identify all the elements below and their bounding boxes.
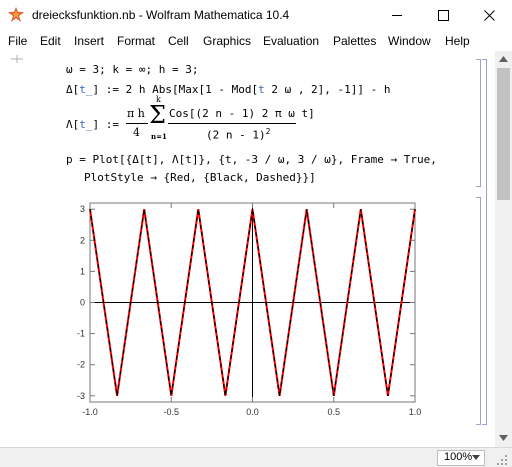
close-button[interactable] [466,0,512,31]
sum-numerator: Cos[(2 n - 1) 2 π ω t] [169,107,315,120]
delta-var2: t [258,83,265,96]
window-title: dreiecksfunktion.nb - Wolfram Mathematic… [32,8,290,22]
scroll-down-arrow-icon[interactable] [499,435,508,441]
input-line-plot[interactable]: p = Plot[{Δ[t], Λ[t]}, {t, -3 / ω, 3 / ω… [66,153,437,166]
menu-window[interactable]: Window [388,34,431,48]
y-tick-label: 0 [80,298,85,308]
x-tick-label: 1.0 [409,407,422,417]
sum-denominator: (2 n - 1)2 [206,127,270,142]
close-icon [484,10,495,21]
menu-edit[interactable]: Edit [40,34,61,48]
scroll-up-arrow-icon[interactable] [499,56,508,62]
status-bar: 100% [0,447,512,467]
lambda-head: Λ[ [66,118,80,131]
sum-fraction-line [168,123,296,124]
y-tick-label: 1 [80,266,85,276]
vertical-scrollbar[interactable] [495,51,512,447]
menu-cell[interactable]: Cell [168,34,189,48]
sum-denominator-exponent: 2 [265,127,271,136]
menu-palettes[interactable]: Palettes [333,34,376,48]
y-tick-label: 3 [80,204,85,214]
y-tick-label: -1 [77,329,85,339]
menu-insert[interactable]: Insert [74,34,104,48]
scrollbar-thumb[interactable] [497,68,510,200]
lambda-var: t_ [79,118,93,131]
sum-lower-limit: n=1 [151,132,167,141]
maximize-icon [438,10,449,21]
x-tick-label: 0.0 [246,407,259,417]
menu-bar: File Edit Insert Format Cell Graphics Ev… [0,31,512,51]
menu-graphics[interactable]: Graphics [203,34,251,48]
minimize-button[interactable] [374,0,420,31]
coef-denominator: 4 [133,126,140,139]
input-line-delta-def[interactable]: Δ[t_] := 2 h Abs[Max[1 - Mod[t 2 ω , 2],… [66,83,391,96]
sum-symbol: Σ [149,101,166,129]
minimize-icon [392,15,402,16]
input-line-plotstyle[interactable]: PlotStyle → {Red, {Black, Dashed}}] [84,171,316,184]
input-cell-bracket[interactable] [476,59,481,187]
y-tick-label: -2 [77,360,85,370]
output-cell-bracket[interactable] [476,197,481,425]
coef-numerator: π h [127,107,145,120]
title-bar: dreiecksfunktion.nb - Wolfram Mathematic… [0,0,512,31]
x-tick-label: -1.0 [82,407,98,417]
menu-evaluation[interactable]: Evaluation [263,34,319,48]
delta-var: t_ [79,83,93,96]
y-tick-label: -3 [77,391,85,401]
menu-format[interactable]: Format [117,34,155,48]
coef-fraction-line [126,123,148,124]
chevron-down-icon [472,455,480,460]
sum-denominator-base: (2 n - 1) [206,128,266,142]
y-tick-label: 2 [80,235,85,245]
lambda-lhs[interactable]: Λ[t_] := [66,118,119,131]
menu-file[interactable]: File [8,34,27,48]
group-cell-bracket[interactable] [482,59,487,425]
delta-head: Δ[ [66,83,80,96]
input-line-parameters[interactable]: ω = 3; k = ∞; h = 3; [66,63,198,76]
zoom-level: 100% [444,451,473,463]
lambda-assign: ] := [92,118,120,131]
x-tick-label: 0.5 [327,407,340,417]
delta-body: ] := 2 h Abs[Max[1 - Mod[ [92,83,259,96]
x-tick-label: -0.5 [163,407,179,417]
delta-tail: 2 ω , 2], -1]] - h [264,83,391,96]
resize-grip-icon[interactable] [496,454,508,466]
zoom-selector[interactable]: 100% [437,450,485,466]
notebook-area[interactable]: ω = 3; k = ∞; h = 3; Δ[t_] := 2 h Abs[Ma… [0,51,495,447]
maximize-button[interactable] [420,0,466,31]
menu-help[interactable]: Help [445,34,470,48]
plot-output[interactable]: -1.0 -0.5 0.0 0.5 1.0 3 2 1 0 -1 -2 -3 [70,197,430,425]
mathematica-icon [8,7,24,22]
cell-insertion-plus-icon[interactable] [10,53,24,65]
